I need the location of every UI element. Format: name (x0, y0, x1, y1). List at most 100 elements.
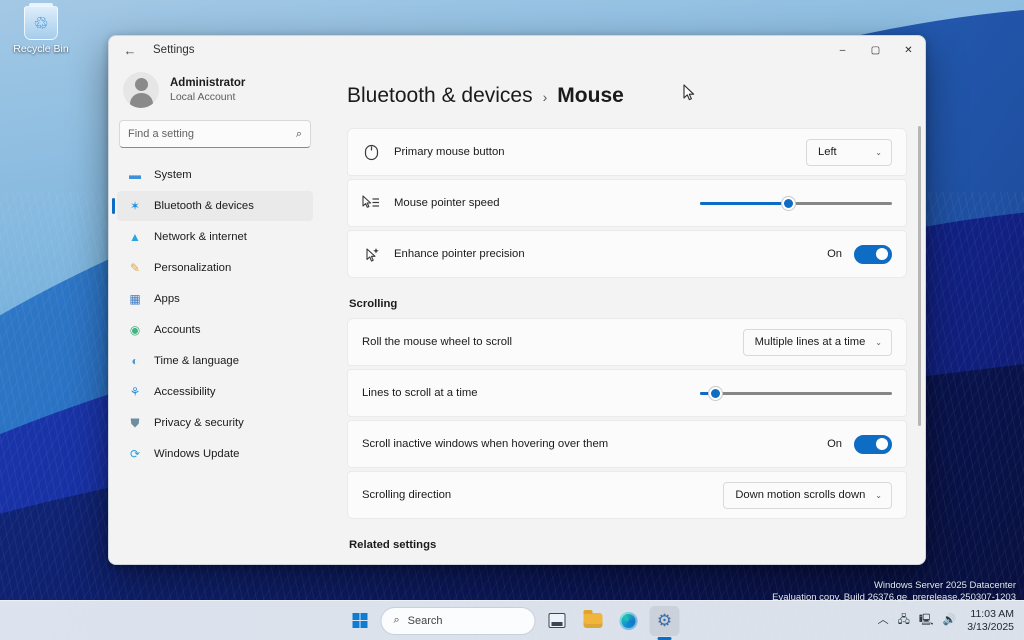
start-button[interactable] (345, 606, 375, 636)
sidebar-item-accounts[interactable]: ◉ Accounts (117, 315, 313, 345)
clock-date: 3/13/2025 (967, 621, 1014, 634)
accessibility-icon: ⚘ (127, 384, 143, 400)
taskbar-search-label: Search (408, 615, 443, 627)
taskbar-app-settings[interactable]: ⚙ (650, 606, 680, 636)
slider-lines-to-scroll-at-a-time[interactable] (700, 383, 892, 403)
desktop-icon-recycle-bin[interactable]: ♲ Recycle Bin (4, 6, 78, 55)
taskbar-app-file-explorer[interactable] (578, 606, 608, 636)
clock-time: 11:03 AM (967, 608, 1014, 621)
close-button[interactable]: ✕ (892, 36, 925, 64)
toggle-scroll-inactive-windows-when-hovering-over-them[interactable] (854, 435, 892, 454)
windows-update-icon: ⟳ (127, 446, 143, 462)
mouse-settings-group: Primary mouse button Left⌄ Mouse pointer s… (347, 128, 907, 278)
accounts-icon: ◉ (127, 322, 143, 338)
settings-row[interactable]: Mouse pointer speed (347, 179, 907, 227)
pointer-speed-icon (362, 195, 380, 211)
network-icon: ▲ (127, 229, 143, 245)
minimize-button[interactable]: – (826, 36, 859, 64)
settings-row[interactable]: Scrolling direction Down motion scrolls d… (347, 471, 907, 519)
settings-row[interactable]: Lines to scroll at a time (347, 369, 907, 417)
back-button[interactable]: ← (119, 39, 141, 61)
watermark-line-1: Windows Server 2025 Datacenter (772, 580, 1016, 592)
privacy-security-icon: ⛊ (127, 415, 143, 431)
search-input[interactable]: ⌕ (119, 120, 311, 148)
sidebar-item-label: Time & language (154, 355, 239, 367)
chevron-up-icon[interactable]: ︿ (878, 615, 889, 626)
maximize-button[interactable]: ▢ (859, 36, 892, 64)
sidebar-item-windows-update[interactable]: ⟳ Windows Update (117, 439, 313, 469)
sidebar-item-privacy-security[interactable]: ⛊Privacy & security (117, 408, 313, 438)
sidebar: Administrator Local Account ⌕ ▬System✶Bl… (109, 64, 321, 564)
settings-row[interactable]: Roll the mouse wheel to scroll Multiple l… (347, 318, 907, 366)
avatar (123, 72, 159, 108)
toggle-state-label: On (827, 438, 842, 450)
toggle-state-label: On (827, 248, 842, 260)
sidebar-item-time-language[interactable]: ◐ Time & language (117, 346, 313, 376)
volume-icon[interactable]: 🔊 (943, 615, 957, 626)
settings-row[interactable]: Primary mouse button Left⌄ (347, 128, 907, 176)
sidebar-item-network-internet[interactable]: ▲ Network & internet (117, 222, 313, 252)
settings-row-label: Scrolling direction (362, 489, 709, 501)
chevron-down-icon: ⌄ (875, 148, 882, 157)
sidebar-item-label: System (154, 169, 192, 181)
personalization-icon: ✎ (127, 260, 143, 276)
scrolling-settings-group: Roll the mouse wheel to scroll Multiple l… (347, 318, 907, 519)
recycle-bin-icon: ♲ (24, 6, 58, 40)
breadcrumb-parent[interactable]: Bluetooth & devices (347, 84, 533, 108)
system-tray: ︿ 🖧 🖳 🔊 11:03 AM 3/13/2025 (878, 608, 1024, 634)
task-view-icon (548, 613, 565, 628)
dropdown-value: Down motion scrolls down (735, 489, 865, 501)
sidebar-item-accessibility[interactable]: ⚘Accessibility (117, 377, 313, 407)
time-language-icon: ◐ (127, 353, 143, 369)
search-icon: ⌕ (394, 614, 400, 627)
sidebar-item-personalization[interactable]: ✎Personalization (117, 253, 313, 283)
display-tray-icon[interactable]: 🖳 (919, 615, 934, 626)
window-controls: – ▢ ✕ (826, 36, 925, 64)
taskbar-app-edge[interactable] (614, 606, 644, 636)
dropdown-scrolling-direction[interactable]: Down motion scrolls down⌄ (723, 482, 892, 509)
windows-start-icon (352, 613, 367, 628)
sidebar-item-system[interactable]: ▬System (117, 160, 313, 190)
file-explorer-icon (583, 613, 602, 628)
content-scrollbar[interactable] (918, 126, 921, 426)
network-tray-icon[interactable]: 🖧 (898, 615, 910, 626)
sidebar-item-label: Accounts (154, 324, 200, 336)
settings-row-label: Roll the mouse wheel to scroll (362, 336, 729, 348)
settings-row-label: Mouse pointer speed (394, 197, 686, 209)
dropdown-roll-the-mouse-wheel-to-scroll[interactable]: Multiple lines at a time⌄ (743, 329, 892, 356)
recycle-bin-glyph: ♲ (25, 7, 57, 39)
chevron-down-icon: ⌄ (875, 338, 882, 347)
search-field[interactable] (128, 128, 296, 140)
settings-window: ← Settings – ▢ ✕ Administrator Local Acc… (108, 35, 926, 565)
apps-icon: ▦ (127, 291, 143, 307)
taskbar-center: ⌕ Search ⚙ (345, 606, 680, 636)
settings-row-label: Primary mouse button (394, 146, 792, 158)
edge-icon (620, 612, 638, 630)
taskbar-clock[interactable]: 11:03 AM 3/13/2025 (965, 608, 1014, 634)
toggle-enhance-pointer-precision[interactable] (854, 245, 892, 264)
account-name: Administrator (170, 76, 245, 90)
sidebar-item-apps[interactable]: ▦Apps (117, 284, 313, 314)
breadcrumb: Bluetooth & devices › Mouse (347, 84, 907, 108)
settings-row[interactable]: Scroll inactive windows when hovering ov… (347, 420, 907, 468)
slider-mouse-pointer-speed[interactable] (700, 193, 892, 213)
back-arrow-icon: ← (124, 43, 137, 58)
sidebar-item-label: Windows Update (154, 448, 239, 460)
account-subtitle: Local Account (170, 90, 245, 104)
desktop: ♲ Recycle Bin ← Settings – ▢ ✕ (0, 0, 1024, 640)
taskbar-search-box[interactable]: ⌕ Search (381, 607, 536, 635)
sidebar-nav: ▬System✶Bluetooth & devices ▲ Network & in… (117, 160, 313, 469)
breadcrumb-separator: › (543, 89, 548, 105)
sidebar-item-label: Network & internet (154, 231, 247, 243)
slider-fill (700, 202, 788, 205)
window-title: Settings (153, 44, 195, 56)
sidebar-item-bluetooth-devices[interactable]: ✶Bluetooth & devices (117, 191, 313, 221)
scrolling-section-title: Scrolling (349, 298, 907, 310)
taskbar-app-task-view[interactable] (542, 606, 572, 636)
dropdown-primary-mouse-button[interactable]: Left⌄ (806, 139, 892, 166)
slider-thumb[interactable] (781, 196, 796, 211)
settings-row[interactable]: Enhance pointer precisionOn (347, 230, 907, 278)
toggle-wrap: On (827, 245, 892, 264)
slider-thumb[interactable] (708, 386, 723, 401)
account-card[interactable]: Administrator Local Account (117, 64, 313, 118)
